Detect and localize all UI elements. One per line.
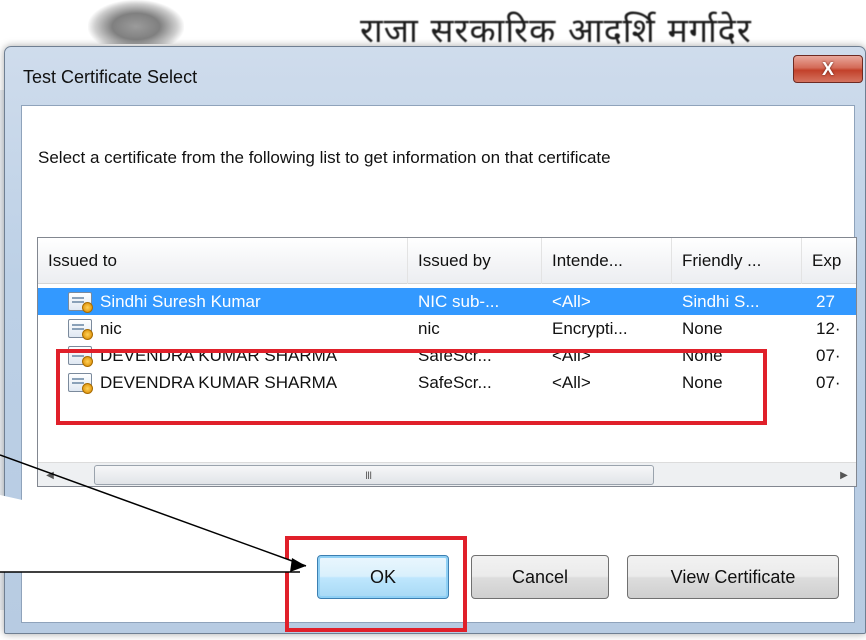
- cell-issued-by: nic: [418, 319, 440, 338]
- certificate-icon: [68, 373, 93, 394]
- cell-intended: Encrypti...: [552, 319, 628, 338]
- table-row[interactable]: DEVENDRA KUMAR SHARMA SafeScr... <All> N…: [38, 369, 856, 396]
- emblem-image: [88, 0, 184, 44]
- certificate-icon: [68, 319, 93, 340]
- cell-friendly-name: Sindhi S...: [682, 292, 760, 311]
- scroll-right-arrow-icon[interactable]: ▶: [832, 463, 856, 486]
- horizontal-scrollbar[interactable]: ◀ III ▶: [38, 462, 856, 486]
- cell-issued-by: SafeScr...: [418, 373, 492, 392]
- cell-friendly-name: None: [682, 319, 723, 338]
- title-bar[interactable]: Test Certificate Select X: [5, 47, 865, 103]
- ok-button[interactable]: OK: [317, 555, 449, 599]
- background-heading: राजा सरकारिक आदर्शि मर्गादेर: [360, 11, 752, 46]
- table-row[interactable]: DEVENDRA KUMAR SHARMA SafeScr... <All> N…: [38, 342, 856, 369]
- cell-issued-by: NIC sub-...: [418, 292, 500, 311]
- cell-issued-to: Sindhi Suresh Kumar: [100, 292, 261, 311]
- cell-intended: <All>: [552, 346, 591, 365]
- instruction-text: Select a certificate from the following …: [38, 148, 611, 167]
- column-expiration[interactable]: Exp: [802, 238, 856, 284]
- certificate-icon: [68, 292, 93, 313]
- close-icon: X: [821, 58, 834, 79]
- cell-expiration: 07·: [816, 346, 841, 365]
- cell-friendly-name: None: [682, 373, 723, 392]
- view-certificate-button[interactable]: View Certificate: [627, 555, 839, 599]
- table-row[interactable]: nic nic Encrypti... None 12·: [38, 315, 856, 342]
- column-friendly-name[interactable]: Friendly ...: [672, 238, 802, 284]
- column-issued-to[interactable]: Issued to: [38, 238, 408, 284]
- certificate-icon: [68, 346, 93, 367]
- certificate-list[interactable]: Issued to Issued by Intende... Friendly …: [37, 237, 857, 487]
- column-issued-by[interactable]: Issued by: [408, 238, 542, 284]
- column-intended-purposes[interactable]: Intende...: [542, 238, 672, 284]
- cell-issued-to: DEVENDRA KUMAR SHARMA: [100, 346, 338, 365]
- cell-intended: <All>: [552, 292, 591, 311]
- scroll-left-arrow-icon[interactable]: ◀: [38, 463, 62, 486]
- cell-issued-to: DEVENDRA KUMAR SHARMA: [100, 373, 338, 392]
- cell-issued-to: nic: [100, 319, 122, 338]
- cell-intended: <All>: [552, 373, 591, 392]
- close-button[interactable]: X: [793, 55, 863, 83]
- cell-expiration: 07·: [816, 373, 841, 392]
- scrollbar-thumb[interactable]: III: [94, 465, 654, 485]
- window-title: Test Certificate Select: [23, 67, 198, 87]
- certificate-select-dialog: Test Certificate Select X Select a certi…: [4, 46, 866, 634]
- cell-friendly-name: None: [682, 346, 723, 365]
- scrollbar-grip: III: [365, 470, 372, 482]
- list-header: Issued to Issued by Intende... Friendly …: [38, 238, 856, 284]
- table-row[interactable]: Sindhi Suresh Kumar NIC sub-... <All> Si…: [38, 288, 856, 315]
- cancel-button[interactable]: Cancel: [471, 555, 609, 599]
- cell-expiration: 12·: [816, 319, 841, 338]
- cell-issued-by: SafeScr...: [418, 346, 492, 365]
- cell-expiration: 27: [816, 292, 835, 311]
